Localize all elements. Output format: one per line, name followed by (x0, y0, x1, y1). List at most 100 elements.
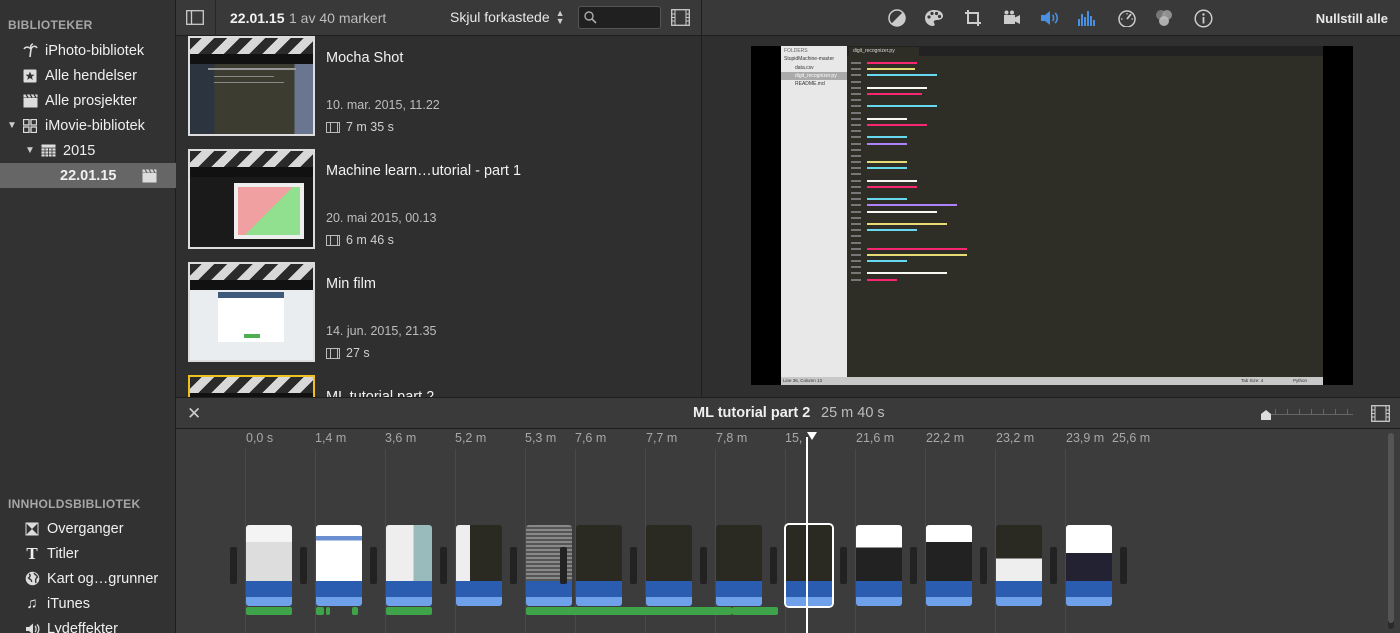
search-field[interactable] (578, 6, 661, 29)
audio-clip[interactable] (386, 607, 432, 615)
vertical-scrollbar[interactable] (1388, 433, 1394, 629)
sidebar-item-2015[interactable]: ▼ 2015 (0, 138, 176, 163)
timeline-clip[interactable] (996, 525, 1042, 606)
ruler-label: 25,6 m (1112, 431, 1151, 445)
audio-clip[interactable] (526, 607, 732, 615)
transition-marker[interactable] (840, 547, 847, 584)
stabilization-camera-icon[interactable] (1002, 8, 1022, 28)
sidebar-item-all-projects[interactable]: Alle prosjekter (0, 88, 176, 113)
transition-marker[interactable] (770, 547, 777, 584)
timeline-clip[interactable] (926, 525, 972, 606)
sidebar-item-iphoto[interactable]: iPhoto-bibliotek (0, 38, 176, 63)
reset-all-button[interactable]: Nullstill alle (1316, 11, 1388, 26)
ruler-label: 7,7 m (646, 431, 678, 445)
transition-marker[interactable] (560, 547, 567, 584)
ruler-label: 5,2 m (455, 431, 487, 445)
clip-thumbnail[interactable] (188, 44, 315, 136)
selection-count: 1 av 40 markert (289, 10, 387, 26)
sidebar-item-itunes[interactable]: ♫ iTunes (0, 591, 176, 616)
sidebar-item-titles[interactable]: T Titler (0, 541, 176, 566)
filter-dropdown[interactable]: Skjul forkastede ▲ ▼ (450, 9, 565, 26)
timeline-clip[interactable] (784, 523, 834, 608)
timeline[interactable]: 0,0 s 1,4 m 3,6 m 5,2 m 5,3 m 7,6 m 7,7 m 7,8 m… (176, 429, 1400, 633)
sidebar-item-maps-backgrounds[interactable]: Kart og…grunner (0, 566, 176, 591)
timeline-clip[interactable] (716, 525, 762, 606)
clip-duration: 27 s (326, 346, 370, 360)
clip-date: 14. jun. 2015, 21.35 (326, 324, 437, 338)
filmstrip-view-icon[interactable] (671, 9, 690, 31)
transition-marker[interactable] (370, 547, 377, 584)
video-preview[interactable]: FOLDERS StupidMachine-master data.csv di… (751, 46, 1353, 385)
transition-marker[interactable] (440, 547, 447, 584)
filmstrip-settings-icon[interactable] (1371, 405, 1390, 427)
transition-icon (24, 521, 40, 537)
timeline-clip[interactable] (576, 525, 622, 606)
sidebar-item-label: iPhoto-bibliotek (45, 42, 145, 59)
transition-marker[interactable] (510, 547, 517, 584)
clip-title: Min film (326, 276, 376, 292)
list-item-selected[interactable]: ML tutorial part 2 (188, 375, 688, 397)
transition-marker[interactable] (1050, 547, 1057, 584)
sidebar-item-label: Alle hendelser (45, 67, 137, 84)
equalizer-icon[interactable] (1077, 8, 1097, 28)
clip-filter-icon[interactable] (1154, 8, 1174, 28)
timeline-clip[interactable] (1066, 525, 1112, 606)
transition-marker[interactable] (300, 547, 307, 584)
playhead-handle[interactable] (807, 432, 817, 440)
transition-marker[interactable] (1120, 547, 1127, 584)
sidebar-item-event-22-01-15[interactable]: 22.01.15 (0, 163, 176, 188)
filter-label: Skjul forkastede (450, 9, 550, 25)
search-input[interactable] (601, 9, 657, 26)
transition-marker[interactable] (630, 547, 637, 584)
adjustments-toolbar: Nullstill alle (701, 0, 1400, 36)
color-palette-icon[interactable] (924, 8, 944, 28)
libraries-header: BIBLIOTEKER (8, 18, 93, 32)
sidebar-item-sound-effects[interactable]: Lydeffekter (0, 616, 176, 633)
zoom-slider[interactable] (1261, 409, 1355, 420)
timeline-clip[interactable] (316, 525, 362, 606)
audio-clip[interactable] (352, 607, 358, 615)
transition-marker[interactable] (230, 547, 237, 584)
playhead[interactable] (806, 437, 808, 633)
editor-folder: StupidMachine-master (784, 56, 835, 62)
transition-marker[interactable] (980, 547, 987, 584)
timeline-clip[interactable] (646, 525, 692, 606)
info-icon[interactable] (1193, 8, 1213, 28)
ruler-label: 21,6 m (856, 431, 895, 445)
sidebar-item-label: 22.01.15 (60, 167, 117, 184)
sidebar-item-label: iTunes (47, 595, 90, 612)
list-item[interactable]: Machine learn…utorial - part 1 20. mai 2… (188, 149, 688, 249)
timeline-clip[interactable] (386, 525, 432, 606)
list-item[interactable]: Min film 14. jun. 2015, 21.35 27 s (188, 262, 688, 362)
disclosure-triangle-icon[interactable]: ▼ (24, 145, 36, 156)
clip-thumbnail[interactable] (188, 270, 315, 362)
ruler-label: 22,2 m (926, 431, 965, 445)
zoom-slider-thumb[interactable] (1261, 410, 1271, 420)
search-icon (584, 11, 597, 29)
timeline-clip[interactable] (856, 525, 902, 606)
transition-marker[interactable] (700, 547, 707, 584)
audio-clip[interactable] (732, 607, 778, 615)
clip-thumbnail[interactable] (188, 157, 315, 249)
sidebar-item-all-events[interactable]: Alle hendelser (0, 63, 176, 88)
timeline-header: ✕ ML tutorial part 2 25 m 40 s (176, 397, 1400, 429)
disclosure-triangle-icon[interactable]: ▼ (6, 120, 18, 131)
sidebar-item-imovie-library[interactable]: ▼ iMovie-bibliotek (0, 113, 176, 138)
color-balance-icon[interactable] (887, 8, 907, 28)
speedometer-icon[interactable] (1117, 8, 1137, 28)
volume-icon[interactable] (1040, 8, 1060, 28)
film-duration-icon (326, 121, 340, 133)
audio-clip[interactable] (326, 607, 330, 615)
audio-clip[interactable] (316, 607, 324, 615)
audio-clip[interactable] (246, 607, 292, 615)
project-duration: 25 m 40 s (821, 405, 885, 421)
sidebar-item-transitions[interactable]: Overganger (0, 516, 176, 541)
timeline-clip[interactable] (456, 525, 502, 606)
sidebar-toggle-icon[interactable] (186, 10, 204, 30)
close-icon[interactable]: ✕ (187, 404, 201, 424)
crop-icon[interactable] (963, 8, 983, 28)
clip-duration: 6 m 46 s (326, 233, 394, 247)
list-item[interactable]: Mocha Shot 10. mar. 2015, 11.22 7 m 35 s (188, 36, 688, 136)
transition-marker[interactable] (910, 547, 917, 584)
timeline-clip[interactable] (246, 525, 292, 606)
